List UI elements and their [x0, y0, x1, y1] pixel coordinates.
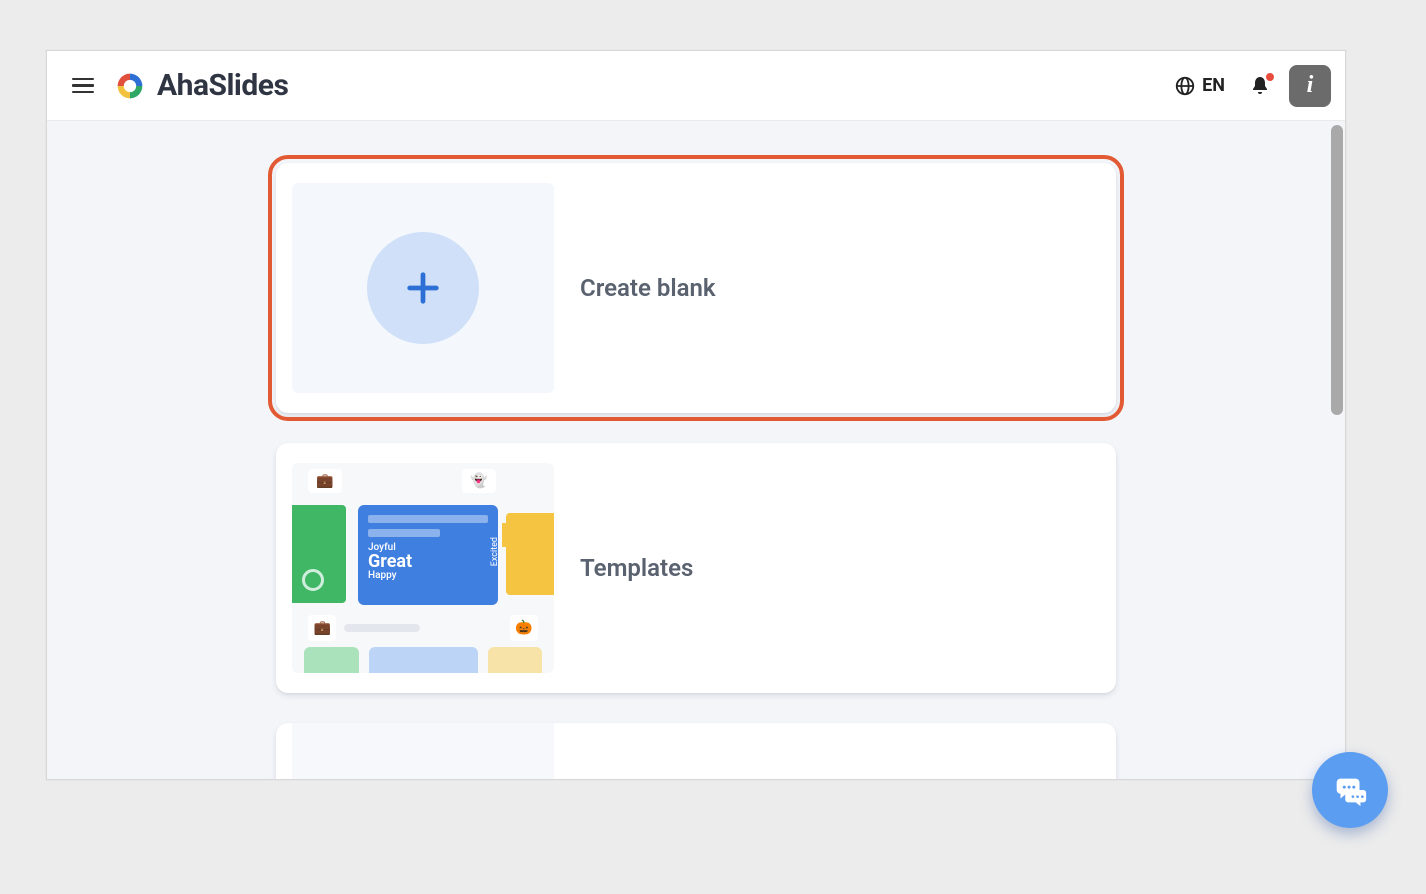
scrollbar[interactable]: [1331, 125, 1343, 415]
template-word-happy: Happy: [368, 571, 488, 581]
chat-icon: [1331, 771, 1369, 809]
create-blank-card[interactable]: Create blank: [276, 163, 1116, 413]
footer-swatch-green: [304, 647, 359, 673]
templates-label: Templates: [580, 554, 693, 582]
template-preview-blue: Joyful Great Happy Excited: [358, 505, 498, 605]
app-window: AhaSlides EN i: [46, 50, 1346, 780]
hamburger-icon: [72, 78, 94, 94]
notifications-button[interactable]: [1241, 67, 1279, 105]
info-icon: i: [1307, 72, 1314, 99]
language-selector[interactable]: EN: [1166, 69, 1233, 103]
chat-support-button[interactable]: [1312, 752, 1388, 828]
pumpkin-icon: 🎃: [510, 615, 538, 641]
briefcase-icon: 💼: [308, 615, 336, 641]
next-card-thumb: [292, 723, 554, 779]
help-button[interactable]: i: [1289, 65, 1331, 107]
templates-thumb: 💼 👻 Joyful Great Happy: [292, 463, 554, 673]
footer-swatch-blue: [369, 647, 478, 673]
template-word-great: Great: [368, 553, 488, 571]
create-blank-thumb: [292, 183, 554, 393]
plus-circle-icon: [367, 232, 479, 344]
globe-icon: [1174, 75, 1196, 97]
card-list: Create blank 💼 👻 Joyfu: [276, 121, 1116, 779]
ghost-icon: 👻: [462, 469, 496, 493]
brand-logo[interactable]: AhaSlides: [111, 67, 288, 105]
placeholder-line: [344, 624, 419, 632]
template-preview-yellow: [506, 513, 554, 595]
menu-button[interactable]: [65, 68, 101, 104]
next-card[interactable]: [276, 723, 1116, 779]
template-preview-green: [292, 505, 346, 603]
notification-dot-icon: [1266, 73, 1274, 81]
content-area: Create blank 💼 👻 Joyfu: [47, 121, 1345, 779]
create-blank-label: Create blank: [580, 274, 716, 302]
logo-mark-icon: [111, 67, 149, 105]
templates-card[interactable]: 💼 👻 Joyful Great Happy: [276, 443, 1116, 693]
template-word-excited: Excited: [490, 537, 500, 566]
language-code: EN: [1202, 75, 1225, 96]
briefcase-icon: 💼: [308, 469, 342, 493]
app-header: AhaSlides EN i: [47, 51, 1345, 121]
brand-name: AhaSlides: [157, 68, 288, 103]
footer-swatch-yellow: [488, 647, 543, 673]
